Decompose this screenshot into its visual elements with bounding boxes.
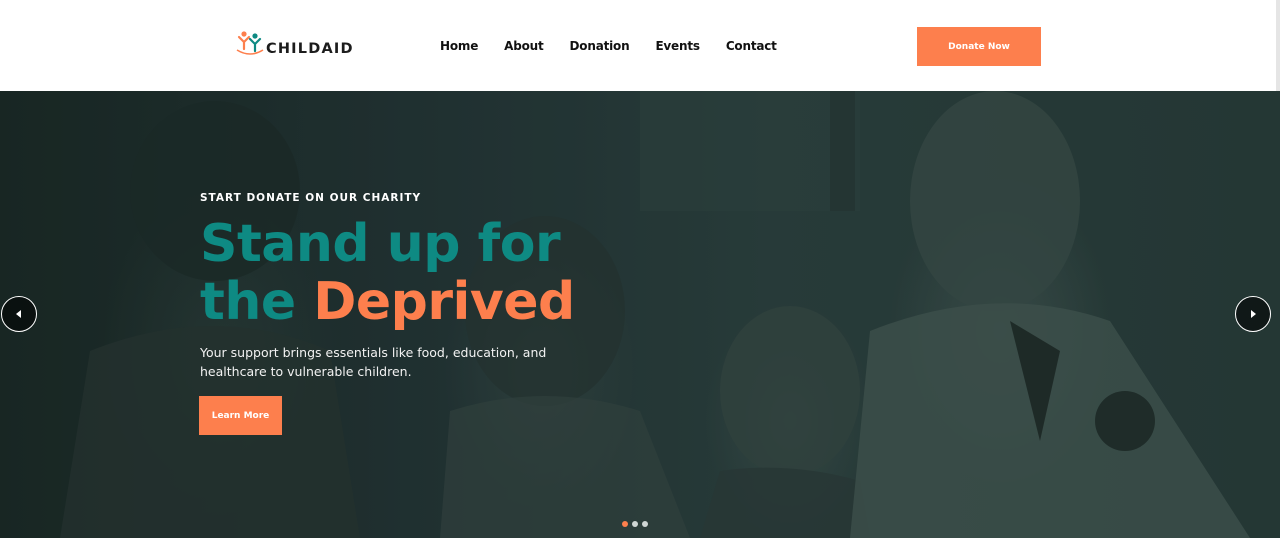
- chevron-right-icon: [1251, 310, 1256, 318]
- nav-contact[interactable]: Contact: [726, 39, 777, 53]
- slider-dot-3[interactable]: [642, 521, 648, 527]
- donate-now-button[interactable]: Donate Now: [917, 27, 1041, 66]
- chevron-left-icon: [16, 310, 21, 318]
- scrollbar[interactable]: [1276, 0, 1280, 100]
- nav-donation[interactable]: Donation: [570, 39, 630, 53]
- slider-next-button[interactable]: [1235, 296, 1271, 332]
- nav-home[interactable]: Home: [440, 39, 478, 53]
- main-nav: Home About Donation Events Contact: [440, 39, 803, 53]
- slider-dot-1[interactable]: [622, 521, 628, 527]
- headline-line1: Stand up for: [200, 214, 561, 274]
- site-header: CHILDAID Home About Donation Events Cont…: [0, 0, 1280, 100]
- slider-prev-button[interactable]: [1, 296, 37, 332]
- slider-dots: [622, 521, 648, 527]
- hero-background-photo: [0, 91, 1280, 538]
- hero-slider: START DONATE ON OUR CHARITY Stand up for…: [0, 91, 1280, 538]
- nav-events[interactable]: Events: [655, 39, 700, 53]
- learn-more-button[interactable]: Learn More: [199, 396, 282, 435]
- hero-kicker: START DONATE ON OUR CHARITY: [200, 192, 422, 204]
- logo-text: CHILDAID: [266, 41, 354, 57]
- logo[interactable]: CHILDAID: [234, 28, 354, 60]
- hero-headline: Stand up for the Deprived: [200, 215, 575, 331]
- nav-about[interactable]: About: [504, 39, 544, 53]
- headline-accent-word: Deprived: [313, 272, 575, 332]
- headline-line2-prefix: the: [200, 272, 314, 332]
- slider-dot-2[interactable]: [632, 521, 638, 527]
- hero-subtext: Your support brings essentials like food…: [200, 345, 547, 379]
- logo-icon: [234, 28, 266, 60]
